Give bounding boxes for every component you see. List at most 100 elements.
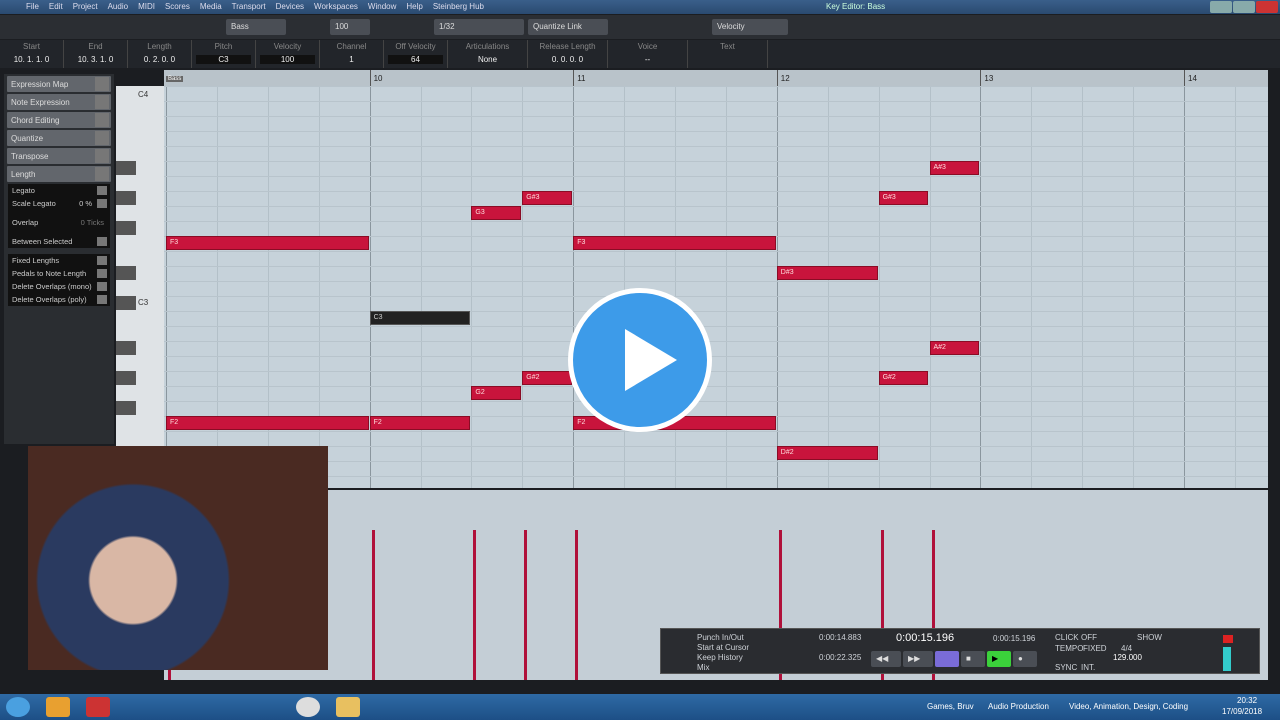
transport-option[interactable]: Mix [697,663,749,673]
transport-option[interactable]: Start at Cursor [697,643,749,653]
transport-option[interactable]: Punch In/Out [697,633,749,643]
menu-steinberg-hub[interactable]: Steinberg Hub [433,2,484,11]
taskbar-app-icon[interactable] [46,697,70,717]
show-markers[interactable]: SHOW [1137,633,1162,642]
menu-midi[interactable]: MIDI [138,2,155,11]
chrome-taskbar-icon[interactable] [296,697,320,717]
info-value[interactable]: 1 [324,55,379,64]
transport-option[interactable]: Keep History [697,653,749,663]
info-value[interactable]: 64 [388,55,443,64]
info-value[interactable]: C3 [196,55,251,64]
toolbar-audio[interactable]: Audio Production [988,702,1049,711]
play-button[interactable]: ▶ [987,651,1011,667]
inspector-section-expression-map[interactable]: Expression Map [7,76,111,92]
info-off-velocity[interactable]: Off Velocity 64 [384,40,448,68]
row-button[interactable] [97,269,107,278]
clock-date[interactable]: 17/09/2018 [1222,707,1262,716]
inspector-section-transpose[interactable]: Transpose [7,148,111,164]
row-button[interactable] [97,199,107,208]
note-g-sharp2[interactable]: G#2 [878,371,929,385]
function-fixed-lengths[interactable]: Fixed Lengths [8,254,110,267]
note-f3[interactable]: F3 [573,236,776,250]
row-button[interactable] [97,186,107,195]
menu-project[interactable]: Project [73,2,98,11]
note-g3[interactable]: G3 [471,206,522,220]
velocity-bar[interactable] [473,530,477,680]
clock-time[interactable]: 20:32 [1237,696,1257,705]
menu-window[interactable]: Window [368,2,396,11]
note-a-sharp3[interactable]: A#3 [929,161,980,175]
quantize-select[interactable]: 1/32 [434,19,524,35]
menu-audio[interactable]: Audio [108,2,128,11]
note-f2[interactable]: F2 [166,416,369,430]
tempo-label[interactable]: TEMPO [1055,644,1083,653]
note-grid[interactable]: F3 C3 G3 G#3 F3 D#3 G#3 A#3 F2 F2 G2 G#2 F2 D#2 G#2 A#2 [164,86,1268,488]
piano-keyboard[interactable]: C4 C3 [116,86,164,490]
velocity-bar[interactable] [371,530,375,680]
menu-transport[interactable]: Transport [232,2,266,11]
explorer-taskbar-icon[interactable] [336,697,360,717]
rewind-button[interactable]: ◀◀ [871,651,901,667]
menu-scores[interactable]: Scores [165,2,190,11]
inspector-section-chord-editing[interactable]: Chord Editing [7,112,111,128]
menu-file[interactable]: File [26,2,39,11]
inspector-section-quantize[interactable]: Quantize [7,130,111,146]
menu-media[interactable]: Media [200,2,222,11]
velocity-bar[interactable] [524,530,528,680]
note-f3[interactable]: F3 [166,236,369,250]
note-g-sharp3[interactable]: G#3 [522,191,573,205]
note-g2[interactable]: G2 [471,386,522,400]
menu-workspaces[interactable]: Workspaces [314,2,358,11]
inspector-section-note-expression[interactable]: Note Expression [7,94,111,110]
close-button[interactable] [1256,1,1278,13]
function-delete-overlaps-mono-[interactable]: Delete Overlaps (mono) [8,280,110,293]
stop-button[interactable]: ■ [961,651,985,667]
track-select[interactable]: Bass [226,19,286,35]
row-button[interactable] [97,237,107,246]
overlap-value[interactable]: 0 Ticks [81,218,104,227]
inspector-section-length[interactable]: Length [7,166,111,182]
cycle-button[interactable] [935,651,959,667]
ruler[interactable]: 10 11 12 13 14 Bass [164,70,1268,86]
maximize-button[interactable] [1233,1,1255,13]
length-row-between-selected[interactable]: Between Selected [8,235,110,248]
cubase-taskbar-icon[interactable] [86,697,110,717]
info-articulations[interactable]: Articulations None [448,40,528,68]
velocity-bar[interactable] [575,530,579,680]
info-value[interactable]: 0. 2. 0. 0 [132,55,187,64]
info-value[interactable]: None [452,55,523,64]
record-button[interactable]: ● [1013,651,1037,667]
left-locator[interactable]: 0:00:14.883 [819,633,861,642]
info-length[interactable]: Length 0. 2. 0. 0 [128,40,192,68]
menu-devices[interactable]: Devices [276,2,304,11]
info-pitch[interactable]: Pitch C3 [192,40,256,68]
info-value[interactable]: 10. 3. 1. 0 [68,55,123,64]
click-label[interactable]: CLICK [1055,633,1079,642]
function-delete-overlaps-poly-[interactable]: Delete Overlaps (poly) [8,293,110,306]
row-button[interactable] [97,282,107,291]
velocity-field[interactable]: 100 [330,19,370,35]
quantize-link-select[interactable]: Quantize Link [528,19,608,35]
info-value[interactable]: 0. 0. 0. 0 [532,55,603,64]
note-d-sharp3[interactable]: D#3 [776,266,878,280]
info-voice[interactable]: Voice -- [608,40,688,68]
function-pedals-to-note-length[interactable]: Pedals to Note Length [8,267,110,280]
length-row-overlap[interactable]: Overlap 0 Ticks [8,216,110,235]
info-text[interactable]: Text [688,40,768,68]
right-locator[interactable]: 0:00:22.325 [819,653,861,662]
controller-select[interactable]: Velocity [712,19,788,35]
row-button[interactable] [97,256,107,265]
info-end[interactable]: End 10. 3. 1. 0 [64,40,128,68]
scale-legato-value[interactable]: 0 % [79,199,92,208]
note-g-sharp3[interactable]: G#3 [878,191,929,205]
info-start[interactable]: Start 10. 1. 1. 0 [0,40,64,68]
note-f2[interactable]: F2 [369,416,471,430]
info-value[interactable]: 100 [260,55,315,64]
note-a-sharp2[interactable]: A#2 [929,341,980,355]
note-g-sharp2[interactable]: G#2 [522,371,573,385]
note-d-sharp2[interactable]: D#2 [776,446,878,460]
row-button[interactable] [97,295,107,304]
info-velocity[interactable]: Velocity 100 [256,40,320,68]
video-play-button[interactable] [568,288,712,432]
menu-help[interactable]: Help [406,2,422,11]
